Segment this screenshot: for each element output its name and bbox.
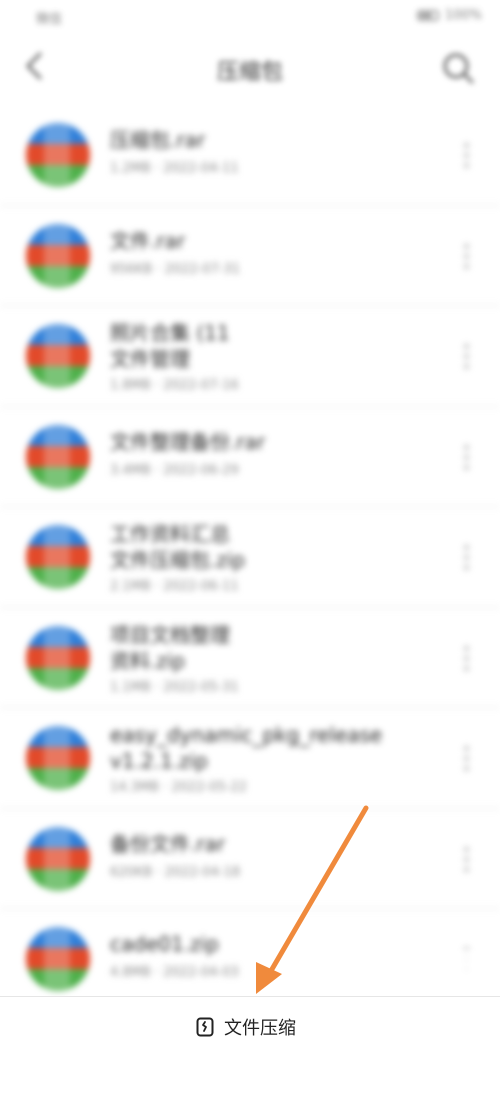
more-dot [464,545,469,550]
compress-label: 文件压缩 [224,1018,296,1039]
file-name: 工作资料汇总 文件压缩包.zip [110,521,400,573]
more-dot [464,163,469,168]
file-name: 文件整理备份.rar [110,429,400,455]
bottom-action-bar: 文件压缩 [0,996,500,1112]
file-meta: 1.2MB · 2022-04-11 [110,161,239,176]
more-dot [464,153,469,158]
battery-icon [416,10,439,21]
file-row[interactable]: 项目文档整理 资料.zip 1.1MB · 2022-05-31 [0,608,500,708]
archive-file-icon [26,927,90,991]
more-dot [464,444,469,450]
status-left-text: 微信 [36,12,63,27]
file-name-line2: v1.2.1.zip [110,749,208,773]
file-name: 文件.rar [110,228,400,254]
more-dot [464,263,469,269]
file-name-line1: 工作资料汇总 [110,522,230,546]
battery-percent: 100% [444,8,482,23]
file-row[interactable]: 文件整理备份.rar 3.4MB · 2022-06-29 [0,407,500,507]
file-meta: 4.8MB · 2022-04-03 [110,965,239,980]
file-meta: 1.8MB · 2022-07-16 [110,378,239,393]
file-name: easy_dynamic_pkg_release v1.2.1.zip [110,722,400,774]
more-vertical-icon[interactable] [464,444,470,471]
more-dot [464,866,469,872]
file-name-line2: 文件管理 [110,347,190,371]
more-vertical-icon[interactable] [464,645,470,672]
file-row[interactable]: easy_dynamic_pkg_release v1.2.1.zip 14.3MB… [0,708,500,809]
search-icon[interactable] [438,48,478,88]
more-dot [464,746,469,751]
file-name-line2: 资料.zip [110,648,186,673]
file-name-line1: 备份文件.rar [110,831,226,856]
file-name-line1: 压缩包.rar [110,128,206,152]
more-dot [464,354,469,359]
more-vertical-icon[interactable] [464,344,470,370]
more-vertical-icon[interactable] [464,143,470,169]
more-dot [464,565,469,570]
file-row[interactable]: 备份文件.rar 620KB · 2022-04-18 [0,809,500,909]
file-row[interactable]: 压缩包.rar 1.2MB · 2022-04-11 [0,105,500,206]
file-meta: 3.4MB · 2022-06-29 [110,462,239,478]
file-name: 压缩包.rar [110,127,400,153]
status-bar: 微信 100% [0,0,500,36]
file-name-line1: 项目文档整理 [110,622,230,647]
archive-file-icon [26,324,90,388]
file-name-line1: 文件整理备份.rar [110,429,266,454]
compress-icon [196,1017,214,1037]
more-dot [464,766,469,771]
archive-file-icon [26,625,90,690]
more-dot [464,655,469,661]
file-list: 压缩包.rar 1.2MB · 2022-04-11 文件.rar 956KB · 2… [0,105,500,995]
more-dot [464,846,469,852]
file-meta: 2.1MB · 2022-06-11 [110,579,239,594]
more-dot [464,253,469,259]
more-dot [464,243,469,249]
more-vertical-icon[interactable] [464,746,470,772]
file-meta: 620KB · 2022-04-18 [110,864,241,880]
status-right: 100% [416,8,482,23]
file-name-line1: easy_dynamic_pkg_release [110,723,383,747]
page-title: 压缩包 [216,60,283,85]
more-vertical-icon[interactable] [464,243,470,270]
more-dot [464,665,469,671]
archive-file-icon [26,726,90,790]
file-row[interactable]: 工作资料汇总 文件压缩包.zip 2.1MB · 2022-06-11 [0,507,500,608]
file-row[interactable]: 文件.rar 956KB · 2022-07-31 [0,206,500,306]
more-dot [464,454,469,460]
file-name: 照片合集 (11 文件管理 [110,320,400,372]
list-fade [310,950,500,992]
more-dot [464,555,469,560]
archive-file-icon [26,826,90,891]
file-name: 项目文档整理 资料.zip [110,622,400,674]
archive-file-icon [26,223,90,288]
app-bar: 压缩包 [0,36,500,100]
file-name: 备份文件.rar [110,831,400,857]
file-meta: 14.3MB · 2022-05-22 [110,780,248,795]
file-meta: 956KB · 2022-07-31 [110,261,241,277]
file-row[interactable]: 照片合集 (11 文件管理 1.8MB · 2022-07-16 [0,306,500,407]
file-name-line1: cade01.zip [110,932,219,956]
file-name-line2: 文件压缩包.zip [110,548,246,572]
archive-file-icon [26,424,90,489]
more-vertical-icon[interactable] [464,545,470,571]
more-dot [464,645,469,651]
file-name-line1: 文件.rar [110,228,186,253]
more-dot [464,464,469,470]
more-dot [464,344,469,349]
archive-file-icon [26,123,90,187]
file-name-line1: 照片合集 (11 [110,321,230,345]
more-dot [464,856,469,862]
more-dot [464,756,469,761]
compress-button[interactable]: 文件压缩 [196,1015,296,1039]
file-meta: 1.1MB · 2022-05-31 [110,679,239,695]
more-dot [464,143,469,148]
more-vertical-icon[interactable] [464,846,470,873]
archive-file-icon [26,525,90,589]
more-dot [464,364,469,369]
